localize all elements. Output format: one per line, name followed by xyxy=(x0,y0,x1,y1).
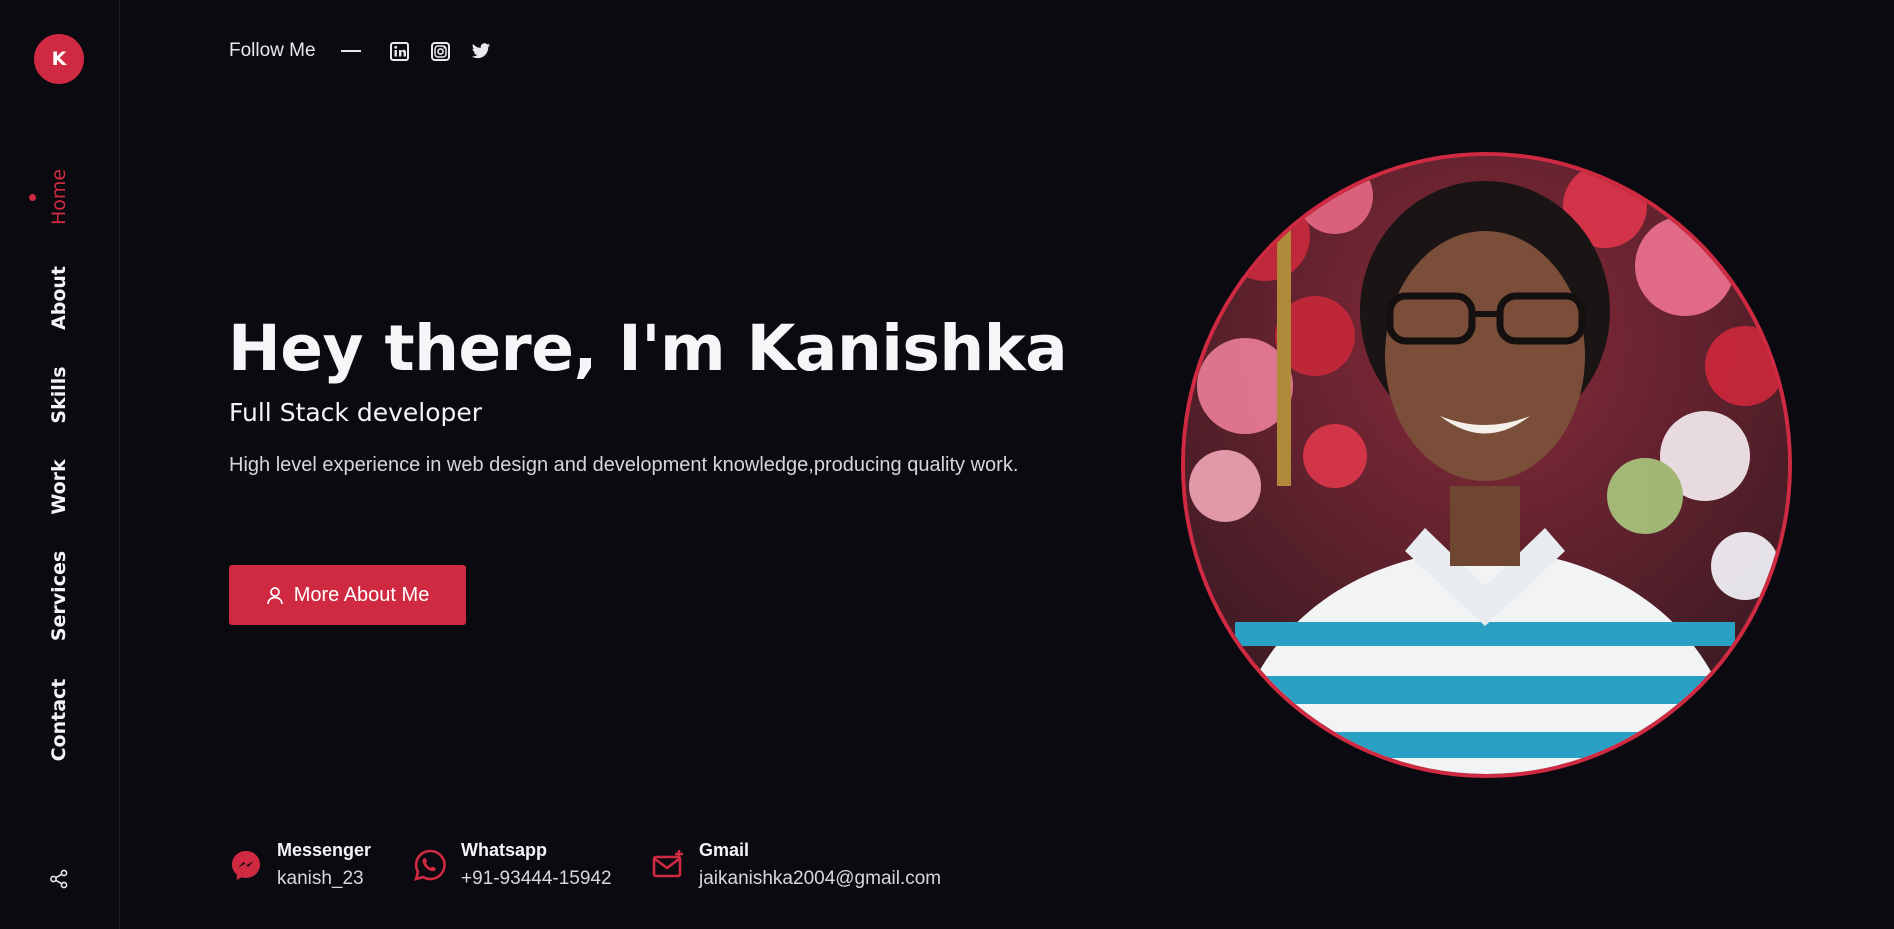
twitter-icon[interactable] xyxy=(471,41,492,62)
instagram-icon[interactable] xyxy=(430,41,451,62)
mail-icon xyxy=(652,850,683,878)
messenger-icon xyxy=(232,851,260,880)
whatsapp-icon xyxy=(414,849,446,881)
nav-item-about[interactable]: About xyxy=(48,266,70,330)
contact-title: Gmail xyxy=(699,840,750,860)
hero-subtitle: Full Stack developer xyxy=(229,398,483,427)
contact-title: Whatsapp xyxy=(461,840,548,860)
nav-item-skills[interactable]: Skills xyxy=(48,366,70,423)
follow-me-label: Follow Me xyxy=(229,40,316,61)
linkedin-icon[interactable] xyxy=(389,41,410,62)
hero-title: Hey there, I'm Kanishka xyxy=(228,312,1068,385)
follow-divider xyxy=(340,50,361,52)
contact-value: +91-93444-15942 xyxy=(461,868,612,889)
contact-gmail[interactable]: Gmail jaikanishka2004@gmail.com xyxy=(651,840,941,890)
sidebar: K Home About Skills Work Services Contac… xyxy=(0,0,120,929)
nav-item-services[interactable]: Services xyxy=(48,551,70,641)
active-nav-dot xyxy=(29,194,36,201)
profile-photo xyxy=(1181,152,1792,778)
hero-description: High level experience in web design and … xyxy=(229,454,1019,476)
contact-messenger[interactable]: Messenger kanish_23 xyxy=(229,840,371,890)
share-icon[interactable] xyxy=(49,869,69,889)
contact-title: Messenger xyxy=(277,840,372,860)
user-icon xyxy=(266,586,283,604)
portrait-illustration xyxy=(1185,156,1788,774)
contact-value: kanish_23 xyxy=(277,868,364,889)
contact-whatsapp[interactable]: Whatsapp +91-93444-15942 xyxy=(413,840,612,890)
nav-item-home[interactable]: Home xyxy=(48,169,70,225)
more-about-me-label: More About Me xyxy=(293,583,430,606)
nav-item-work[interactable]: Work xyxy=(48,459,70,514)
nav-item-contact[interactable]: Contact xyxy=(48,679,70,762)
follow-me-bar: Follow Me xyxy=(229,36,512,66)
logo[interactable]: K xyxy=(34,34,84,84)
contact-value: jaikanishka2004@gmail.com xyxy=(699,868,942,889)
more-about-me-button[interactable]: More About Me xyxy=(229,565,466,625)
